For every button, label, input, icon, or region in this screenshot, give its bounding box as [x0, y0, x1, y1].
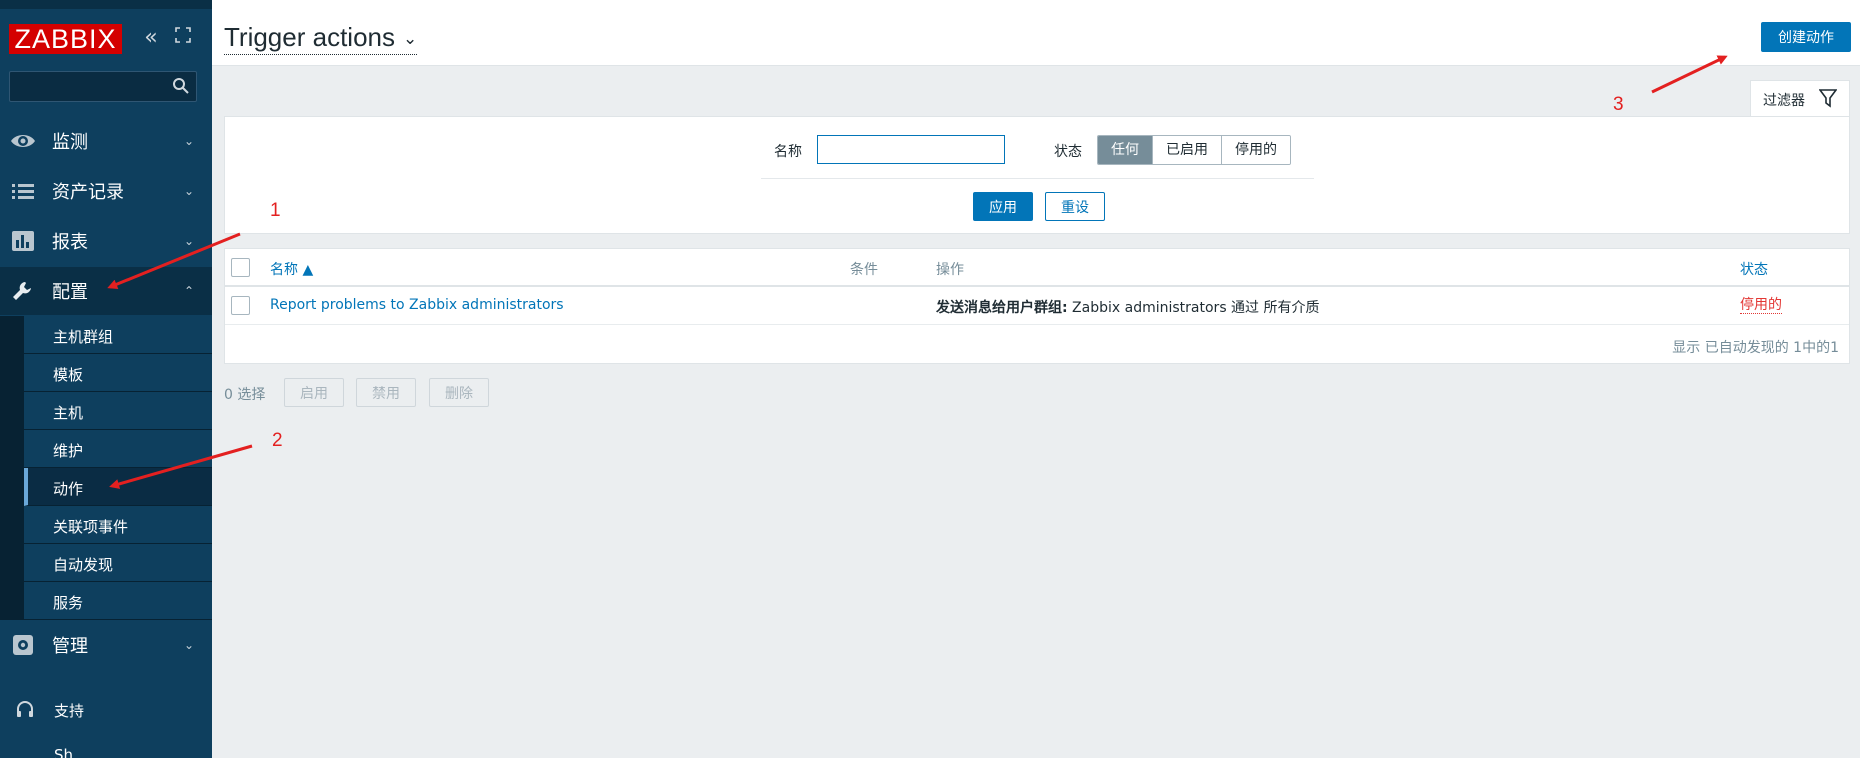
- actions-table: 名称 ▲ 条件 操作 状态 Report problems to Zabbix …: [224, 248, 1850, 364]
- menu-label: 资产记录: [52, 182, 124, 203]
- reset-button[interactable]: 重设: [1045, 192, 1105, 221]
- column-header-name[interactable]: 名称 ▲: [270, 259, 313, 279]
- bar-chart-icon: [12, 231, 34, 251]
- submenu-item-services[interactable]: 服务: [24, 582, 212, 620]
- filter-panel: 名称 状态 任何 已启用 停用的 应用 重设: [224, 116, 1850, 234]
- status-filter-label: 状态: [1054, 144, 1082, 160]
- submenu-rail: [0, 316, 24, 620]
- annotation-label-2: 2: [272, 430, 283, 451]
- menu-label: 管理: [52, 636, 88, 657]
- chevron-up-icon: ⌃: [183, 284, 194, 298]
- status-filter-segmented: 任何 已启用 停用的: [1097, 135, 1291, 165]
- selected-count: 0 选择: [224, 387, 266, 403]
- name-filter-label: 名称: [774, 144, 802, 160]
- wrench-icon: [13, 282, 31, 300]
- action-name-link[interactable]: Report problems to Zabbix administrators: [270, 297, 564, 313]
- filter-tab[interactable]: 过滤器: [1750, 80, 1850, 117]
- status-option-any[interactable]: 任何: [1098, 136, 1153, 164]
- chevron-down-icon: ⌄: [403, 29, 418, 48]
- filter-icon: [1819, 89, 1837, 108]
- status-option-disabled[interactable]: 停用的: [1222, 136, 1290, 164]
- chevron-down-icon: ⌄: [183, 134, 194, 148]
- kiosk-mode-icon[interactable]: [172, 26, 194, 50]
- chevron-down-icon: ⌄: [183, 638, 194, 652]
- table-row: Report problems to Zabbix administrators…: [225, 287, 1849, 325]
- list-icon: [12, 184, 34, 199]
- table-header-row: 名称 ▲ 条件 操作 状态: [225, 249, 1849, 287]
- menu-configuration[interactable]: 配置 ⌃: [0, 267, 212, 315]
- submenu-item-hosts[interactable]: 主机: [24, 392, 212, 430]
- menu-label: 配置: [52, 282, 88, 303]
- submenu-item-discovery[interactable]: 自动发现: [24, 544, 212, 582]
- column-header-conditions: 条件: [850, 262, 878, 278]
- annotation-arrows: [107, 55, 1728, 489]
- submenu-label: 主机: [53, 404, 84, 422]
- menu-monitoring[interactable]: 监测 ⌄: [0, 117, 212, 165]
- collapse-sidebar-icon[interactable]: «: [140, 26, 162, 50]
- submenu-item-host-groups[interactable]: 主机群组: [24, 316, 212, 354]
- zabbix-logo[interactable]: ZABBIX: [9, 24, 122, 54]
- menu-administration[interactable]: 管理 ⌄: [0, 621, 212, 669]
- menu-reports[interactable]: 报表 ⌄: [0, 217, 212, 265]
- submenu-label: 关联项事件: [53, 518, 129, 536]
- chevron-down-icon: ⌄: [183, 234, 194, 248]
- menu-share[interactable]: Sh...: [54, 746, 87, 758]
- mass-enable-button[interactable]: 启用: [284, 378, 344, 407]
- select-all-checkbox[interactable]: [231, 258, 250, 277]
- filter-tab-label: 过滤器: [1763, 93, 1805, 109]
- submenu-item-event-correlation[interactable]: 关联项事件: [24, 506, 212, 544]
- page-header: Trigger actions ⌄ 创建动作: [212, 0, 1860, 66]
- submenu-label: 服务: [53, 594, 84, 612]
- submenu-item-maintenance[interactable]: 维护: [24, 430, 212, 468]
- page-title-dropdown[interactable]: Trigger actions ⌄: [224, 22, 418, 55]
- page-title: Trigger actions: [224, 22, 395, 52]
- menu-label: 监测: [52, 132, 88, 153]
- submenu-label: 模板: [53, 366, 84, 384]
- submenu-label: 维护: [53, 442, 84, 460]
- menu-label: 报表: [52, 232, 88, 253]
- operations-type: 发送消息给用户群组:: [936, 300, 1068, 316]
- headset-icon: [17, 701, 33, 717]
- row-checkbox[interactable]: [231, 296, 250, 315]
- status-option-enabled[interactable]: 已启用: [1153, 136, 1222, 164]
- sidebar-search-input[interactable]: [9, 71, 197, 102]
- column-header-status[interactable]: 状态: [1740, 259, 1768, 279]
- annotation-label-1: 1: [270, 200, 281, 221]
- status-toggle-link[interactable]: 停用的: [1740, 297, 1782, 314]
- submenu-label: 动作: [53, 480, 84, 498]
- action-operations: 发送消息给用户群组: Zabbix administrators 通过 所有介质: [936, 297, 1320, 317]
- menu-inventory[interactable]: 资产记录 ⌄: [0, 167, 212, 215]
- menu-label: 支持: [54, 702, 85, 720]
- sidebar: ZABBIX « 监测 ⌄ 资产记录 ⌄ 报表 ⌄ 配置 ⌃ 主机群组 模板 主…: [0, 0, 212, 758]
- mass-delete-button[interactable]: 删除: [429, 378, 489, 407]
- submenu-label: 自动发现: [53, 556, 114, 574]
- submenu-item-templates[interactable]: 模板: [24, 354, 212, 392]
- search-icon[interactable]: [172, 77, 190, 95]
- eye-icon: [11, 135, 35, 147]
- column-header-operations: 操作: [936, 262, 964, 278]
- gear-icon: [13, 635, 33, 655]
- operations-detail: Zabbix administrators 通过 所有介质: [1067, 300, 1320, 316]
- name-filter-input[interactable]: [817, 135, 1005, 164]
- configuration-submenu: 主机群组 模板 主机 维护 动作 关联项事件 自动发现 服务: [0, 316, 212, 620]
- submenu-label: 主机群组: [53, 328, 114, 346]
- menu-support[interactable]: 支持: [0, 694, 212, 728]
- chevron-down-icon: ⌄: [183, 184, 194, 198]
- submenu-item-actions[interactable]: 动作: [24, 468, 212, 506]
- mass-disable-button[interactable]: 禁用: [356, 378, 416, 407]
- create-action-button[interactable]: 创建动作: [1761, 22, 1851, 52]
- sidebar-top-strip: [0, 0, 212, 9]
- apply-button[interactable]: 应用: [973, 192, 1033, 221]
- table-footer-info: 显示 已自动发现的 1中的1: [1672, 340, 1839, 356]
- annotation-label-3: 3: [1613, 94, 1624, 115]
- filter-divider: [761, 178, 1314, 179]
